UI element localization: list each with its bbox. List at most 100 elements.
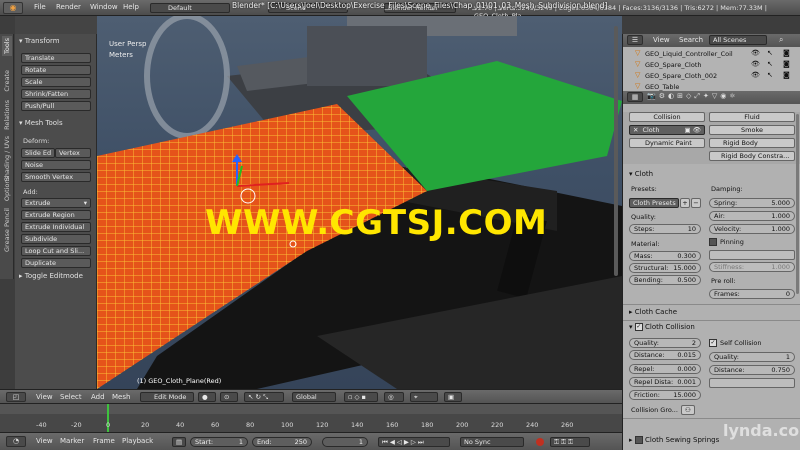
select-mode-buttons[interactable]: ▫ ◇ ▪: [344, 392, 378, 402]
self-collision-toggle[interactable]: ✓ Self Collision: [709, 339, 762, 347]
push-pull-button[interactable]: Push/Pull: [21, 101, 91, 111]
tab-tools[interactable]: Tools: [2, 36, 12, 57]
menu-view[interactable]: View: [36, 393, 53, 401]
outliner-menu-view[interactable]: View: [653, 36, 670, 44]
rigid-body-button[interactable]: Rigid Body: [709, 138, 795, 148]
properties-editor-icon[interactable]: ▦: [627, 92, 643, 102]
noise-button[interactable]: Noise: [21, 160, 91, 170]
end-frame-field[interactable]: End: 250: [252, 437, 312, 447]
air-field[interactable]: Air: 1.000: [709, 211, 795, 221]
self-collision-checkbox[interactable]: ✓: [709, 339, 717, 347]
list-item[interactable]: ▽ GEO_Liquid_Controller_Coil 👁 ↖ ◙: [623, 49, 800, 60]
mesh-tools-panel-header[interactable]: ▾ Mesh Tools: [19, 119, 63, 127]
tab-options[interactable]: Options: [2, 174, 12, 203]
menu-select[interactable]: Select: [60, 393, 82, 401]
menu-render[interactable]: Render: [56, 3, 81, 11]
snap-button[interactable]: ⌖: [410, 392, 438, 402]
self-quality-field[interactable]: Quality: 1: [709, 352, 795, 362]
duplicate-button[interactable]: Duplicate: [21, 258, 91, 268]
mass-field[interactable]: Mass: 0.300: [629, 251, 701, 261]
outliner-menu-search[interactable]: Search: [679, 36, 703, 44]
smoke-button[interactable]: Smoke: [709, 125, 795, 135]
shrink-fatten-button[interactable]: Shrink/Fatten: [21, 89, 91, 99]
subdivide-button[interactable]: Subdivide: [21, 234, 91, 244]
add-preset-button[interactable]: +: [680, 198, 690, 208]
eye-icon[interactable]: 👁: [751, 49, 760, 57]
slide-edge-button[interactable]: Slide Ed: [21, 148, 55, 158]
menu-mesh[interactable]: Mesh: [112, 393, 130, 401]
list-item[interactable]: ▽ GEO_Spare_Cloth_002 👁 ↖ ◙: [623, 71, 800, 82]
eye-icon[interactable]: 👁: [751, 60, 760, 68]
extrude-region-button[interactable]: Extrude Region: [21, 210, 91, 220]
sewing-panel-header[interactable]: ▸ Cloth Sewing Springs: [629, 436, 719, 444]
loop-cut-button[interactable]: Loop Cut and Sli...: [21, 246, 91, 256]
cursor-icon[interactable]: ↖: [767, 49, 773, 57]
extrude-individual-button[interactable]: Extrude Individual: [21, 222, 91, 232]
cloth-presets-select[interactable]: Cloth Presets: [629, 198, 679, 208]
vertex-slide-button[interactable]: Vertex: [55, 148, 91, 158]
playback-controls[interactable]: ⏮◀◁▶▷⏭: [378, 437, 450, 447]
collision-distance-field[interactable]: Distance: 0.015: [629, 350, 701, 360]
tab-grease-pencil[interactable]: Grease Pencil: [2, 206, 12, 254]
outliner-editor-icon[interactable]: ☰: [627, 35, 643, 45]
menu-file[interactable]: File: [34, 3, 46, 11]
blender-logo-icon[interactable]: ◉: [3, 2, 23, 14]
pivot-select[interactable]: ⊙: [220, 392, 238, 402]
collision-quality-field[interactable]: Quality: 2: [629, 338, 701, 348]
menu-window[interactable]: Window: [90, 3, 118, 11]
spring-field[interactable]: Spring: 5.000: [709, 198, 795, 208]
tab-relations[interactable]: Relations: [2, 98, 12, 132]
timeline-menu-playback[interactable]: Playback: [122, 437, 153, 445]
right-scrollbar[interactable]: [614, 26, 618, 276]
cursor-icon[interactable]: ↖: [767, 71, 773, 79]
cloth-collision-panel-header[interactable]: ▾ ✓ Cloth Collision: [629, 323, 695, 331]
stiffness-field[interactable]: Stiffness: 1.000: [709, 262, 795, 272]
rigid-body-constraint-button[interactable]: Rigid Body Constra...: [709, 151, 795, 161]
sync-select[interactable]: No Sync: [460, 437, 524, 447]
eye-icon[interactable]: 👁: [751, 71, 760, 79]
preview-range-toggle[interactable]: ▤: [172, 437, 186, 447]
extrude-button[interactable]: Extrude ▾: [21, 198, 91, 208]
keying-set-buttons[interactable]: ⚿ ⚿ ⚿: [550, 437, 590, 447]
toggle-editmode-panel[interactable]: ▸ Toggle Editmode: [19, 272, 83, 280]
menu-add[interactable]: Add: [91, 393, 105, 401]
fluid-button[interactable]: Fluid: [709, 112, 795, 122]
cloth-cache-panel-header[interactable]: ▸ Cloth Cache: [629, 308, 677, 316]
self-distance-field[interactable]: Distance: 0.750: [709, 365, 795, 375]
frames-field[interactable]: Frames: 0: [709, 289, 795, 299]
smooth-vertex-button[interactable]: Smooth Vertex: [21, 172, 91, 182]
cloth-collision-checkbox[interactable]: ✓: [634, 323, 643, 331]
scale-button[interactable]: Scale: [21, 77, 91, 87]
view-toggle-icons[interactable]: ▣ 👁: [685, 126, 701, 134]
friction-field[interactable]: Friction: 15.000: [629, 390, 701, 400]
structural-field[interactable]: Structural: 15.000: [629, 263, 701, 273]
search-icon[interactable]: ⌕: [779, 35, 783, 45]
cloth-panel-header[interactable]: ▾ Cloth: [629, 170, 653, 178]
steps-field[interactable]: Steps: 10: [629, 224, 701, 234]
proportional-edit-button[interactable]: ◎: [384, 392, 404, 402]
orientation-select[interactable]: Global: [292, 392, 336, 402]
pinning-toggle[interactable]: Pinning: [709, 238, 744, 246]
mode-select[interactable]: Edit Mode: [140, 392, 194, 402]
translate-button[interactable]: Translate: [21, 53, 91, 63]
rotate-button[interactable]: Rotate: [21, 65, 91, 75]
list-item[interactable]: ▽ GEO_Table: [623, 82, 800, 91]
current-frame-field[interactable]: 1: [322, 437, 368, 447]
timeline-menu-frame[interactable]: Frame: [93, 437, 115, 445]
viewport-3d[interactable]: User Persp Meters (1) GEO_Cloth_Plane(Re…: [97, 16, 622, 389]
properties-scrollbar[interactable]: [796, 114, 799, 294]
collision-button[interactable]: Collision: [629, 112, 705, 122]
repel-field[interactable]: Repel: 0.000: [629, 364, 701, 374]
camera-icon[interactable]: ◙: [783, 49, 790, 57]
dynamic-paint-button[interactable]: Dynamic Paint: [629, 138, 705, 148]
velocity-field[interactable]: Velocity: 1.000: [709, 224, 795, 234]
collision-group-select[interactable]: ⚇: [681, 405, 695, 415]
manipulator-toggle[interactable]: ↖ ↻ ⤡: [244, 392, 284, 402]
start-frame-field[interactable]: Start: 1: [190, 437, 248, 447]
pinning-checkbox[interactable]: [709, 238, 717, 246]
shading-select[interactable]: ●: [198, 392, 216, 402]
close-icon[interactable]: ✕: [633, 126, 638, 134]
camera-icon[interactable]: ◙: [783, 60, 790, 68]
render-preview-button[interactable]: ▣: [444, 392, 462, 402]
outliner-filter-select[interactable]: All Scenes: [709, 35, 767, 45]
